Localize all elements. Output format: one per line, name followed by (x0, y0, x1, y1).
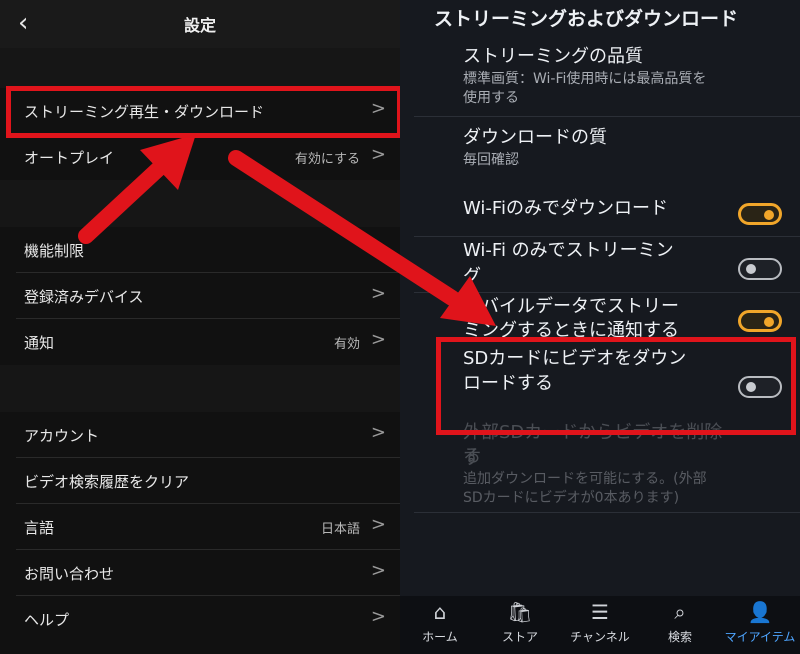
annotation-arrows (78, 134, 496, 326)
arrow-to-streaming-row (78, 152, 176, 244)
arrow-to-sd-setting (228, 150, 460, 306)
